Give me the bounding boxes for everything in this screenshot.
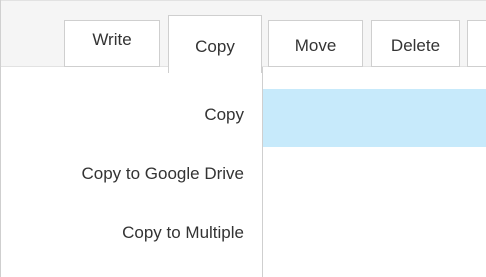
copy-menu-button[interactable]: Copy: [168, 15, 262, 73]
app-window: Write Copy Move Delete Copy Copy to Goog…: [0, 0, 486, 277]
selected-row-highlight[interactable]: [262, 89, 486, 147]
menu-item-copy-to-multiple[interactable]: Copy to Multiple: [122, 223, 244, 243]
overflow-toolbar-button[interactable]: [467, 20, 486, 67]
write-button-label: Write: [92, 29, 132, 49]
copy-dropdown-menu: Copy Copy to Google Drive Copy to Multip…: [0, 67, 263, 277]
menu-item-copy-to-google-drive[interactable]: Copy to Google Drive: [81, 164, 244, 184]
move-button[interactable]: Move: [268, 20, 363, 67]
move-button-label: Move: [294, 35, 337, 55]
delete-button[interactable]: Delete: [371, 20, 460, 67]
copy-menu-button-label: Copy: [195, 36, 235, 56]
write-button[interactable]: Write: [64, 20, 160, 67]
menu-item-copy[interactable]: Copy: [204, 105, 244, 125]
delete-button-label: Delete: [390, 35, 441, 55]
